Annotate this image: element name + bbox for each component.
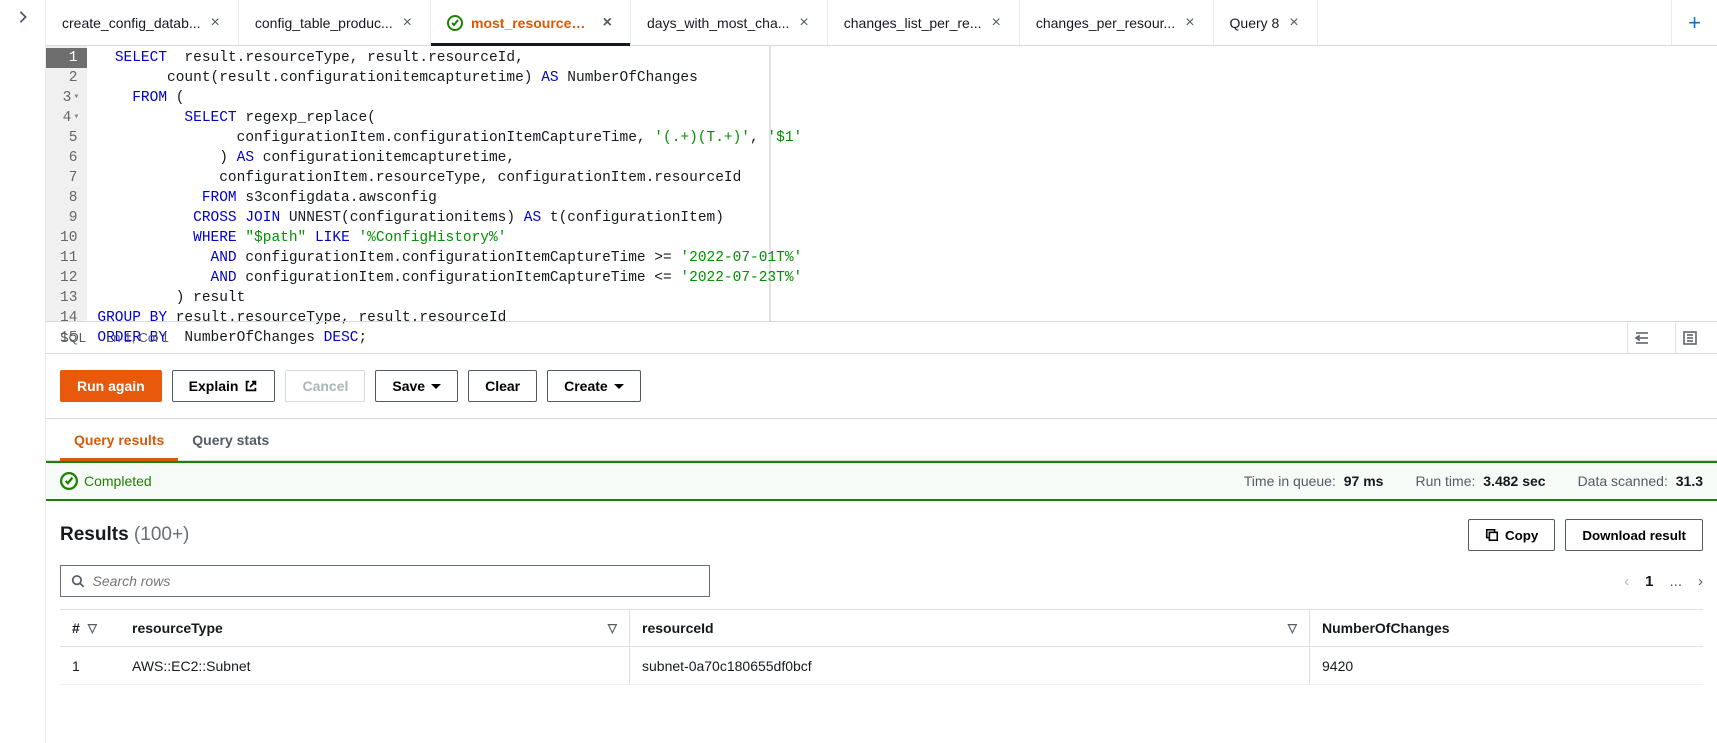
code-line[interactable]: ) AS configurationitemcapturetime, (97, 148, 769, 168)
tab-label: most_resources_cau... (471, 15, 593, 31)
col-numberofchanges[interactable]: NumberOfChanges (1310, 620, 1703, 636)
search-rows-field[interactable] (93, 573, 699, 589)
code-line[interactable]: configurationItem.configurationItemCaptu… (97, 128, 769, 148)
query-action-bar: Run again Explain Cancel Save Clear Crea… (46, 354, 1717, 419)
metric-time-in-queue: Time in queue: 97 ms (1244, 473, 1384, 489)
editor-tab[interactable]: config_table_produc... × (239, 0, 431, 45)
page-more: ... (1669, 573, 1682, 590)
copy-icon (1485, 528, 1499, 542)
download-results-button[interactable]: Download result (1565, 519, 1703, 551)
table-row[interactable]: 1AWS::EC2::Subnetsubnet-0a70c180655df0bc… (60, 647, 1703, 685)
editor-tab[interactable]: days_with_most_cha... × (631, 0, 828, 45)
code-line[interactable]: AND configurationItem.configurationItemC… (97, 248, 769, 268)
col-index[interactable]: #▽ (60, 620, 120, 636)
copy-button[interactable]: Copy (1468, 519, 1555, 551)
clear-button[interactable]: Clear (468, 370, 537, 402)
close-tab-button[interactable]: × (209, 15, 222, 31)
page-current[interactable]: 1 (1645, 573, 1653, 590)
sort-icon: ▽ (88, 621, 97, 635)
code-line[interactable]: CROSS JOIN UNNEST(configurationitems) AS… (97, 208, 769, 228)
tab-label: create_config_datab... (62, 15, 201, 31)
add-tab-button[interactable]: + (1671, 0, 1717, 45)
code-line[interactable]: AND configurationItem.configurationItemC… (97, 268, 769, 288)
success-check-icon (447, 15, 463, 31)
save-button[interactable]: Save (375, 370, 458, 402)
success-check-icon (60, 472, 78, 490)
metric-run-time: Run time: 3.482 sec (1415, 473, 1545, 489)
code-line[interactable]: configurationItem.resourceType, configur… (97, 168, 769, 188)
search-rows-input[interactable] (60, 565, 710, 597)
results-table: #▽ resourceType▽ resourceId▽ NumberOfCha… (60, 609, 1703, 685)
code-line[interactable]: SELECT regexp_replace( (97, 108, 769, 128)
explain-button[interactable]: Explain (172, 370, 276, 402)
caret-down-icon (614, 384, 624, 389)
settings-icon[interactable] (1675, 322, 1703, 353)
code-line[interactable]: ) result (97, 288, 769, 308)
external-link-icon (244, 379, 258, 393)
tab-query-stats[interactable]: Query stats (178, 419, 283, 460)
cancel-button: Cancel (285, 370, 365, 402)
tab-label: days_with_most_cha... (647, 15, 789, 31)
metric-data-scanned: Data scanned: 31.3 (1578, 473, 1703, 489)
close-tab-button[interactable]: × (990, 15, 1003, 31)
format-icon[interactable] (1627, 322, 1655, 353)
tab-query-results[interactable]: Query results (60, 419, 178, 460)
tab-label: changes_list_per_re... (844, 15, 982, 31)
results-title: Results (100+) (60, 524, 189, 546)
sort-icon: ▽ (1288, 621, 1297, 635)
sidebar-expand-button[interactable] (0, 0, 46, 743)
page-prev-button[interactable]: ‹ (1624, 573, 1629, 590)
sql-editor[interactable]: 1 2 3▾4▾5 6 7 8 9 10 11 12 13 14 15 SELE… (46, 46, 1717, 321)
page-next-button[interactable]: › (1698, 573, 1703, 590)
code-line[interactable]: FROM ( (97, 88, 769, 108)
query-status-banner: Completed Time in queue: 97 ms Run time:… (46, 461, 1717, 501)
editor-status-bar: SQL Ln 1, Col 1 (46, 321, 1717, 354)
tab-label: Query 8 (1230, 15, 1280, 31)
sort-icon: ▽ (608, 621, 617, 635)
close-tab-button[interactable]: × (1287, 15, 1300, 31)
search-icon (71, 574, 85, 588)
code-line[interactable]: FROM s3configdata.awsconfig (97, 188, 769, 208)
col-resourcetype[interactable]: resourceType▽ (120, 610, 630, 646)
editor-tab[interactable]: create_config_datab... × (46, 0, 239, 45)
fold-icon[interactable]: ▾ (73, 108, 79, 128)
code-line[interactable]: count(result.configurationitemcapturetim… (97, 68, 769, 88)
close-tab-button[interactable]: × (797, 15, 810, 31)
code-line[interactable]: WHERE "$path" LIKE '%ConfigHistory%' (97, 228, 769, 248)
code-line[interactable]: SELECT result.resourceType, result.resou… (97, 48, 769, 68)
caret-down-icon (431, 384, 441, 389)
editor-tab[interactable]: most_resources_cau... × (431, 0, 631, 45)
close-tab-button[interactable]: × (1183, 15, 1196, 31)
fold-icon[interactable]: ▾ (73, 88, 79, 108)
chevron-right-icon (16, 10, 30, 24)
editor-tab[interactable]: Query 8 × (1214, 0, 1318, 45)
close-tab-button[interactable]: × (401, 15, 414, 31)
tab-label: changes_per_resour... (1036, 15, 1175, 31)
create-button[interactable]: Create (547, 370, 641, 402)
tab-label: config_table_produc... (255, 15, 393, 31)
editor-tab[interactable]: changes_list_per_re... × (828, 0, 1020, 45)
status-text: Completed (84, 473, 152, 489)
editor-tab[interactable]: changes_per_resour... × (1020, 0, 1214, 45)
col-resourceid[interactable]: resourceId▽ (630, 610, 1310, 646)
editor-tabs-bar: create_config_datab...×config_table_prod… (46, 0, 1717, 46)
pagination: ‹ 1 ... › (1624, 573, 1703, 590)
cursor-position: Ln 1, Col 1 (106, 330, 169, 345)
editor-lang: SQL (60, 330, 86, 345)
result-tabs: Query results Query stats (46, 419, 1717, 461)
run-again-button[interactable]: Run again (60, 370, 162, 402)
close-tab-button[interactable]: × (601, 15, 614, 31)
